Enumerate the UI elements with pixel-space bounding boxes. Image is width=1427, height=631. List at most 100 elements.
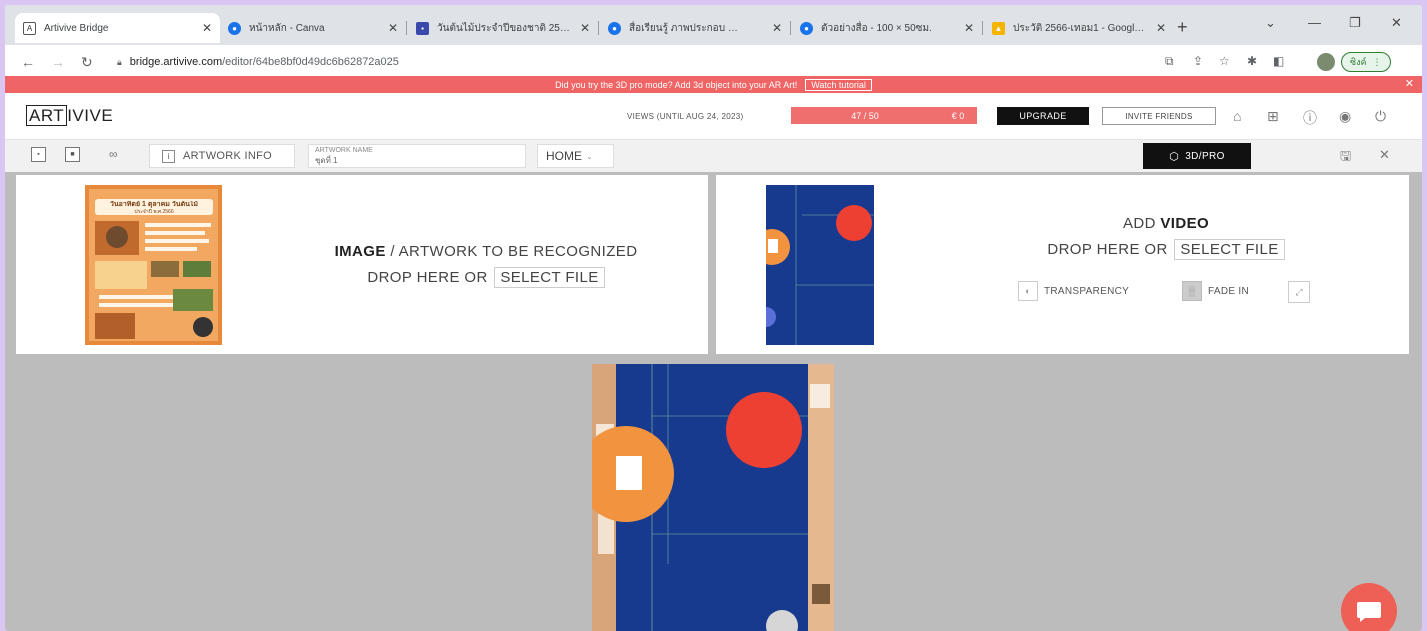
- chrome-favicon-icon: ●: [800, 21, 813, 35]
- tab-title: Artivive Bridge: [44, 22, 109, 34]
- image-select-file-button[interactable]: SELECT FILE: [494, 267, 605, 288]
- layer-small-icon[interactable]: ▪: [31, 147, 46, 162]
- sync-label: ซิงค์: [1350, 57, 1367, 67]
- tab-title: ประวัติ 2566-เทอม1 - Googl…: [1013, 22, 1145, 34]
- artwork-name-label: ARTWORK NAME: [315, 147, 373, 154]
- info-icon: i: [162, 149, 175, 163]
- logo-rest-text: IVIVE: [67, 105, 114, 125]
- video-select-file-button[interactable]: SELECT FILE: [1174, 239, 1285, 260]
- artwork-info-label: ARTWORK INFO: [183, 150, 272, 162]
- image-drop-label: DROP HERE OR: [367, 269, 488, 286]
- tab-title: ตัวอย่างสื่อ - 100 × 50ซม.: [821, 22, 932, 34]
- close-tab-icon[interactable]: ✕: [580, 21, 590, 35]
- tab-canva[interactable]: ● หน้าหลัก - Canva ✕: [220, 13, 406, 43]
- url-field[interactable]: 🔒︎ bridge.artivive.com /editor/64be8bf0d…: [117, 51, 1147, 73]
- views-label: VIEWS (UNTIL AUG 24, 2023): [627, 112, 744, 121]
- preview-icon[interactable]: ∞: [109, 147, 118, 161]
- close-tab-icon[interactable]: ✕: [388, 21, 398, 35]
- close-tab-icon[interactable]: ✕: [772, 21, 782, 35]
- url-host: bridge.artivive.com: [129, 56, 223, 68]
- poster-subtitle: ประจำปี พ.ศ.2566: [134, 209, 174, 215]
- browser-window: A Artivive Bridge ✕ ● หน้าหลัก - Canva ✕…: [5, 5, 1422, 631]
- more-menu-icon: ⋮: [1372, 56, 1382, 67]
- tab-media[interactable]: ● สื่อเรียนรู้ ภาพประกอบ … ✕: [600, 13, 790, 43]
- watch-tutorial-button[interactable]: Watch tutorial: [805, 78, 872, 91]
- layer-large-icon[interactable]: ■: [65, 147, 80, 162]
- video-thumbnail[interactable]: [766, 185, 874, 345]
- tab-strip: A Artivive Bridge ✕ ● หน้าหลัก - Canva ✕…: [5, 5, 1422, 45]
- close-tab-icon[interactable]: ✕: [1156, 21, 1166, 35]
- logout-icon[interactable]: ⏻: [1375, 108, 1386, 125]
- tab-search-icon[interactable]: ⌄: [1265, 15, 1276, 31]
- ar-preview: [592, 364, 834, 631]
- invite-friends-button[interactable]: INVITE FRIENDS: [1102, 107, 1216, 125]
- save-icon[interactable]: 🖫︎: [1340, 147, 1351, 169]
- 3d-pro-label: 3D/PRO: [1185, 150, 1225, 162]
- tab-title: หน้าหลัก - Canva: [249, 22, 325, 34]
- chat-button[interactable]: [1341, 583, 1397, 631]
- artwork-info-button[interactable]: i ARTWORK INFO: [149, 144, 295, 168]
- share-icon[interactable]: ⇪: [1193, 54, 1203, 68]
- transparency-checkbox[interactable]: ◐: [1018, 281, 1038, 301]
- artwork-thumbnail[interactable]: วันอาทิตย์ 1 ตุลาคม วันต้นไม้ ประจำปี พ.…: [85, 185, 222, 345]
- video-drop-line: DROP HERE OR SELECT FILE: [1016, 239, 1316, 260]
- restore-icon[interactable]: ❐: [1349, 15, 1361, 31]
- profile-avatar[interactable]: [1317, 53, 1335, 71]
- sync-button[interactable]: ซิงค์ ⋮: [1341, 52, 1391, 72]
- close-tab-icon[interactable]: ✕: [202, 21, 212, 35]
- side-panel-icon[interactable]: ◧: [1273, 54, 1284, 68]
- chrome-favicon-icon: ●: [228, 21, 241, 35]
- promo-banner: Did you try the 3D pro mode? Add 3d obje…: [5, 76, 1422, 93]
- 3d-pro-button[interactable]: ⬡ 3D/PRO: [1143, 143, 1251, 169]
- forward-icon[interactable]: →: [51, 54, 65, 70]
- home-icon[interactable]: ⌂: [1233, 108, 1241, 124]
- video-drop-label: DROP HERE OR: [1047, 241, 1168, 258]
- tab-artivive-bridge[interactable]: A Artivive Bridge ✕: [15, 13, 220, 43]
- image-drop-line: DROP HERE OR SELECT FILE: [286, 267, 686, 288]
- help-icon[interactable]: ⓘ: [1303, 108, 1317, 128]
- tab-separator: [790, 21, 791, 35]
- video-add-label: ADD: [1122, 215, 1161, 232]
- image-drop-title: IMAGE / ARTWORK TO BE RECOGNIZED: [286, 243, 686, 260]
- app-header: ART IVIVE VIEWS (UNTIL AUG 24, 2023) 47 /…: [5, 93, 1422, 139]
- tab-title: สื่อเรียนรู้ ภาพประกอบ …: [629, 22, 738, 34]
- reload-icon[interactable]: ↻: [81, 54, 93, 71]
- home-select[interactable]: HOME ⌄: [537, 144, 614, 168]
- artwork-name-field[interactable]: ARTWORK NAME ชุดที่ 1: [308, 144, 526, 168]
- address-bar: ← → ↻ 🔒︎ bridge.artivive.com /editor/64b…: [5, 45, 1422, 79]
- bookmark-star-icon[interactable]: ☆: [1219, 54, 1230, 68]
- video-drop-panel[interactable]: ADD VIDEO DROP HERE OR SELECT FILE ◐ TRA…: [716, 175, 1409, 354]
- transparency-option[interactable]: ◐ TRANSPARENCY: [1018, 281, 1129, 301]
- fade-in-option[interactable]: ▒ FADE IN: [1182, 281, 1249, 301]
- close-banner-icon[interactable]: ✕: [1405, 77, 1414, 90]
- editor-toolbar: ▪ ■ ∞ i ARTWORK INFO ARTWORK NAME ชุดที่…: [5, 139, 1422, 172]
- video-add-title: ADD VIDEO: [1016, 215, 1316, 232]
- tab-drive[interactable]: ▲ ประวัติ 2566-เทอม1 - Googl… ✕: [984, 13, 1174, 43]
- fade-in-checkbox[interactable]: ▒: [1182, 281, 1202, 301]
- add-artwork-icon[interactable]: ⊞: [1267, 108, 1279, 125]
- close-tab-icon[interactable]: ✕: [964, 21, 974, 35]
- upgrade-button[interactable]: UPGRADE: [997, 107, 1089, 125]
- artivive-logo[interactable]: ART IVIVE: [26, 105, 113, 126]
- account-icon[interactable]: ◉: [1339, 108, 1351, 125]
- artwork-name-value: ชุดที่ 1: [315, 156, 338, 165]
- install-icon[interactable]: ⧉: [1165, 54, 1174, 69]
- banner-text: Did you try the 3D pro mode? Add 3d obje…: [555, 79, 798, 90]
- editor-workspace: วันอาทิตย์ 1 ตุลาคม วันต้นไม้ ประจำปี พ.…: [5, 172, 1422, 631]
- views-extra: € 0: [951, 110, 965, 121]
- image-title-bold: IMAGE: [334, 243, 386, 260]
- back-icon[interactable]: ←: [21, 54, 35, 70]
- chat-icon: [1357, 602, 1381, 622]
- tab-sample[interactable]: ● ตัวอย่างสื่อ - 100 × 50ซม. ✕: [792, 13, 982, 43]
- tab-separator: [598, 21, 599, 35]
- artivive-favicon-icon: A: [23, 21, 36, 35]
- image-drop-panel[interactable]: วันอาทิตย์ 1 ตุลาคม วันต้นไม้ ประจำปี พ.…: [16, 175, 708, 354]
- home-select-value: HOME: [546, 149, 582, 163]
- new-tab-icon[interactable]: +: [1177, 17, 1188, 38]
- extensions-icon[interactable]: ✱: [1247, 54, 1257, 68]
- tab-tree-day[interactable]: ▪ วันต้นไม้ประจำปีของชาติ 256… ✕: [408, 13, 598, 43]
- close-editor-icon[interactable]: ✕: [1379, 147, 1390, 163]
- expand-icon[interactable]: ⤢: [1288, 281, 1310, 303]
- close-window-icon[interactable]: ✕: [1391, 15, 1402, 31]
- minimize-icon[interactable]: —: [1308, 15, 1321, 30]
